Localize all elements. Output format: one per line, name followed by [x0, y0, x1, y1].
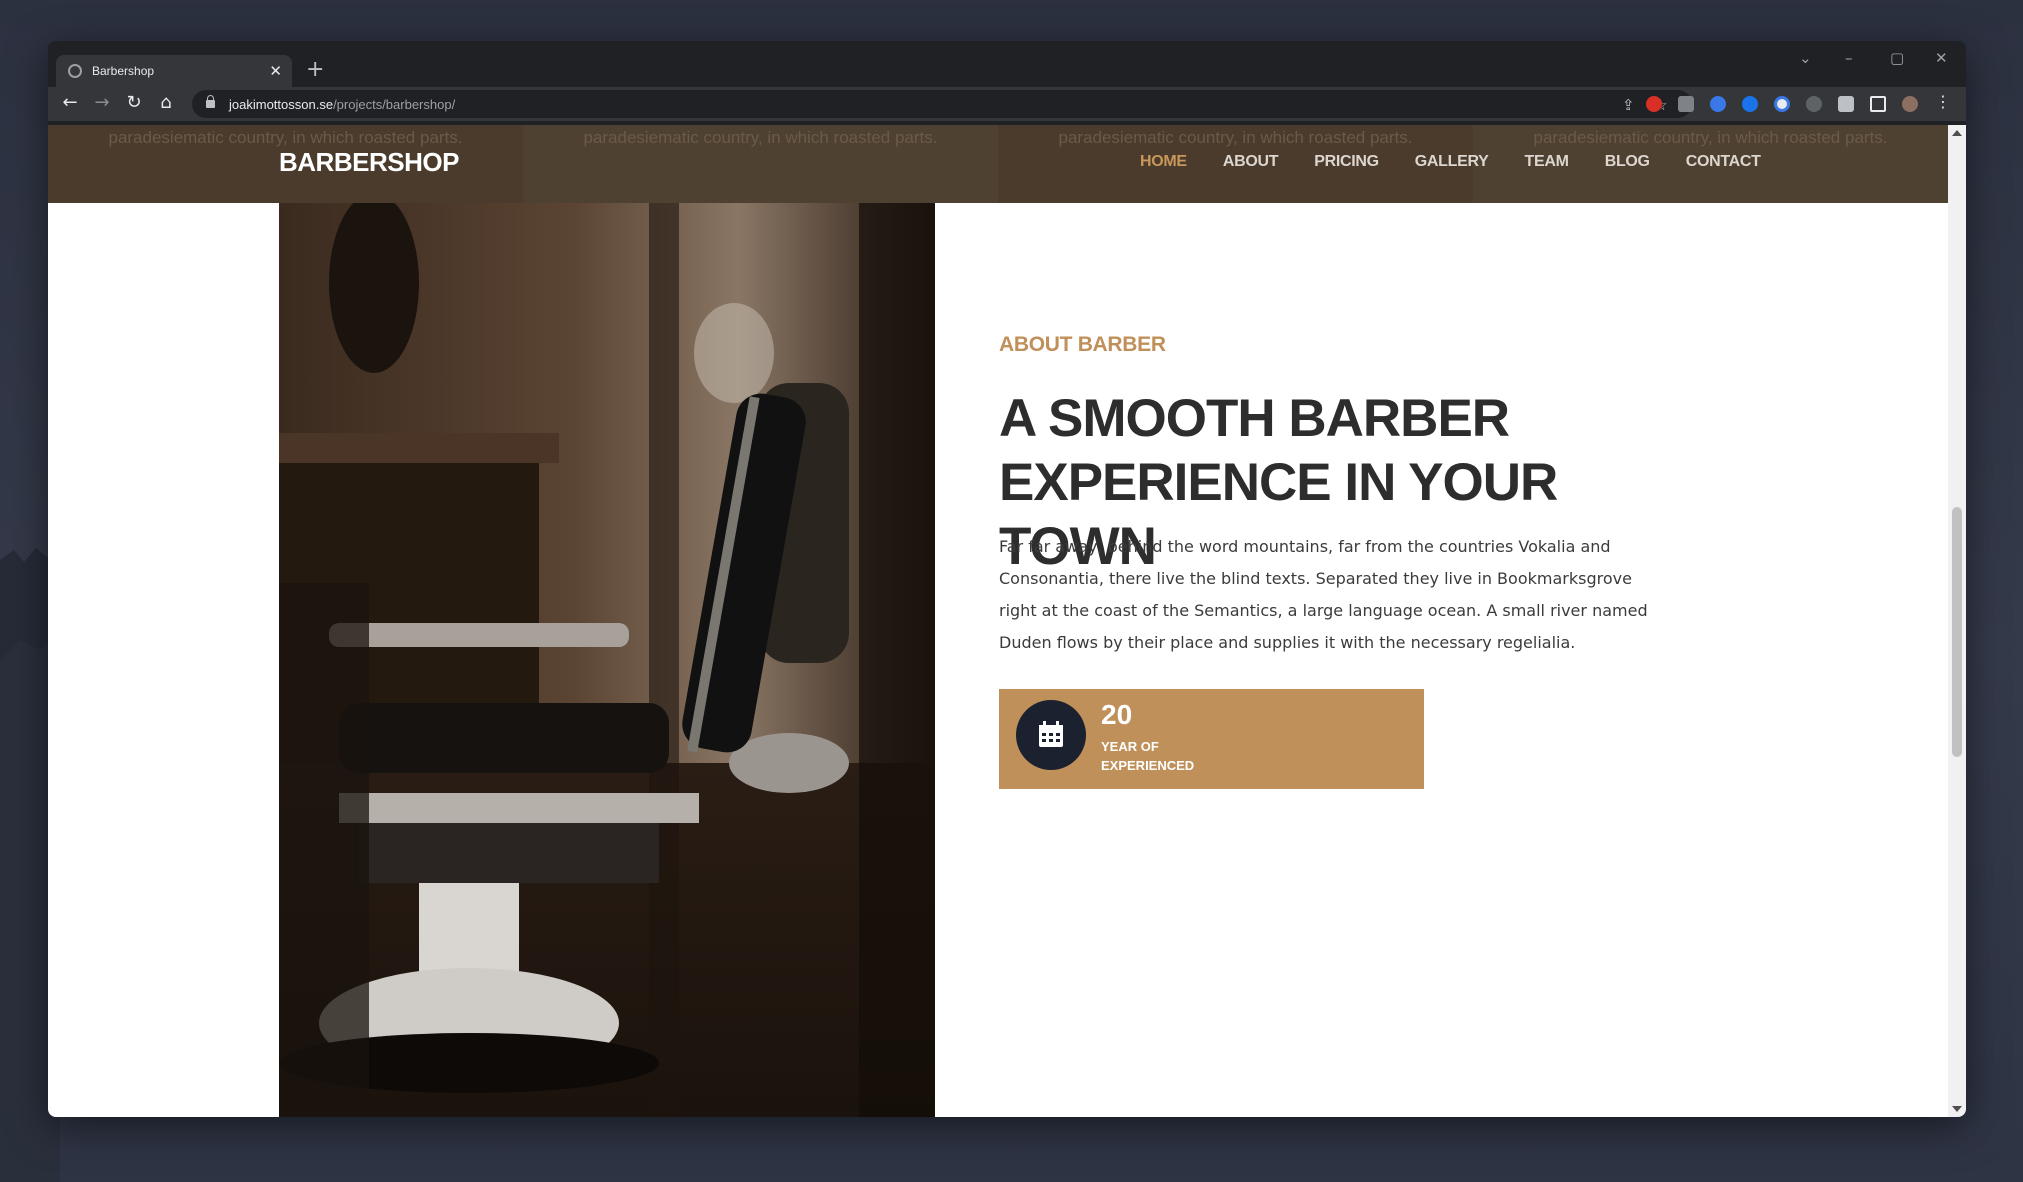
extension-recycle-icon[interactable]: [1806, 96, 1822, 112]
nav-about[interactable]: ABOUT: [1223, 153, 1279, 171]
extension-password-icon[interactable]: [1774, 96, 1790, 112]
stat-label: YEAR OF EXPERIENCED: [1101, 739, 1195, 773]
maximize-button[interactable]: ▢: [1890, 49, 1904, 67]
tab-title: Barbershop: [92, 64, 155, 78]
barber-chair-photo: [279, 203, 935, 1117]
forward-icon[interactable]: →: [90, 92, 114, 113]
experience-stat-box: 20 YEAR OF EXPERIENCED: [999, 689, 1424, 789]
extension-mail-icon[interactable]: [1678, 96, 1694, 112]
extensions-puzzle-icon[interactable]: [1838, 96, 1854, 112]
new-tab-button[interactable]: +: [306, 57, 324, 82]
back-icon[interactable]: ←: [58, 92, 82, 113]
url-text[interactable]: joakimottosson.se/projects/barbershop/: [229, 97, 455, 112]
profile-avatar-icon[interactable]: [1902, 96, 1918, 112]
page-scrollbar[interactable]: [1948, 125, 1966, 1117]
tab-barbershop[interactable]: Barbershop ✕: [56, 55, 292, 87]
home-icon[interactable]: ⌂: [154, 92, 178, 113]
extension-blue-icon[interactable]: [1710, 96, 1726, 112]
scroll-up-arrow-icon[interactable]: [1952, 130, 1962, 136]
close-tab-icon[interactable]: ✕: [269, 62, 282, 80]
nav-blog[interactable]: BLOG: [1605, 153, 1650, 171]
side-panel-icon[interactable]: [1870, 96, 1886, 112]
extension-red-icon[interactable]: [1646, 96, 1662, 112]
nav-home[interactable]: HOME: [1140, 153, 1187, 171]
minimize-button[interactable]: –: [1845, 49, 1853, 67]
browser-window: Barbershop ✕ + ⌄ – ▢ ✕ ← → ↻ ⌂ joakimott…: [48, 41, 1966, 1117]
close-window-button[interactable]: ✕: [1935, 49, 1948, 67]
globe-icon: [68, 64, 82, 78]
about-paragraph: Far far away, behind the word mountains,…: [999, 537, 1648, 652]
scroll-down-arrow-icon[interactable]: [1952, 1106, 1962, 1112]
reload-icon[interactable]: ↻: [122, 92, 146, 113]
stat-icon-circle: [1016, 700, 1086, 770]
nav-gallery[interactable]: GALLERY: [1415, 153, 1489, 171]
stat-number: 20: [1101, 699, 1133, 730]
nav-pricing[interactable]: PRICING: [1314, 153, 1379, 171]
nav-team[interactable]: TEAM: [1525, 153, 1569, 171]
top-strip-text: paradesiematic country, in which roasted…: [523, 125, 998, 203]
nav-contact[interactable]: CONTACT: [1686, 153, 1761, 171]
share-icon[interactable]: ⇪: [1622, 96, 1635, 114]
tab-search-icon[interactable]: ⌄: [1799, 49, 1812, 67]
site-header: paradesiematic country, in which roasted…: [48, 125, 1948, 203]
tab-strip: Barbershop ✕ + ⌄ – ▢ ✕: [48, 41, 1966, 87]
brand-logo[interactable]: BARBERSHOP: [279, 147, 459, 178]
address-bar[interactable]: joakimottosson.se/projects/barbershop/ ⇪…: [192, 90, 1692, 118]
calendar-icon: [1039, 721, 1063, 747]
lock-icon: [206, 95, 215, 108]
section-eyebrow: ABOUT BARBER: [999, 333, 1166, 356]
scrollbar-thumb[interactable]: [1952, 507, 1962, 757]
page-viewport: paradesiematic country, in which roasted…: [48, 125, 1948, 1117]
browser-toolbar: ← → ↻ ⌂ joakimottosson.se/projects/barbe…: [48, 87, 1966, 121]
main-nav: HOME ABOUT PRICING GALLERY TEAM BLOG CON…: [1140, 153, 1797, 171]
menu-kebab-icon[interactable]: ⋮: [1931, 92, 1955, 111]
extension-gear-icon[interactable]: [1742, 96, 1758, 112]
